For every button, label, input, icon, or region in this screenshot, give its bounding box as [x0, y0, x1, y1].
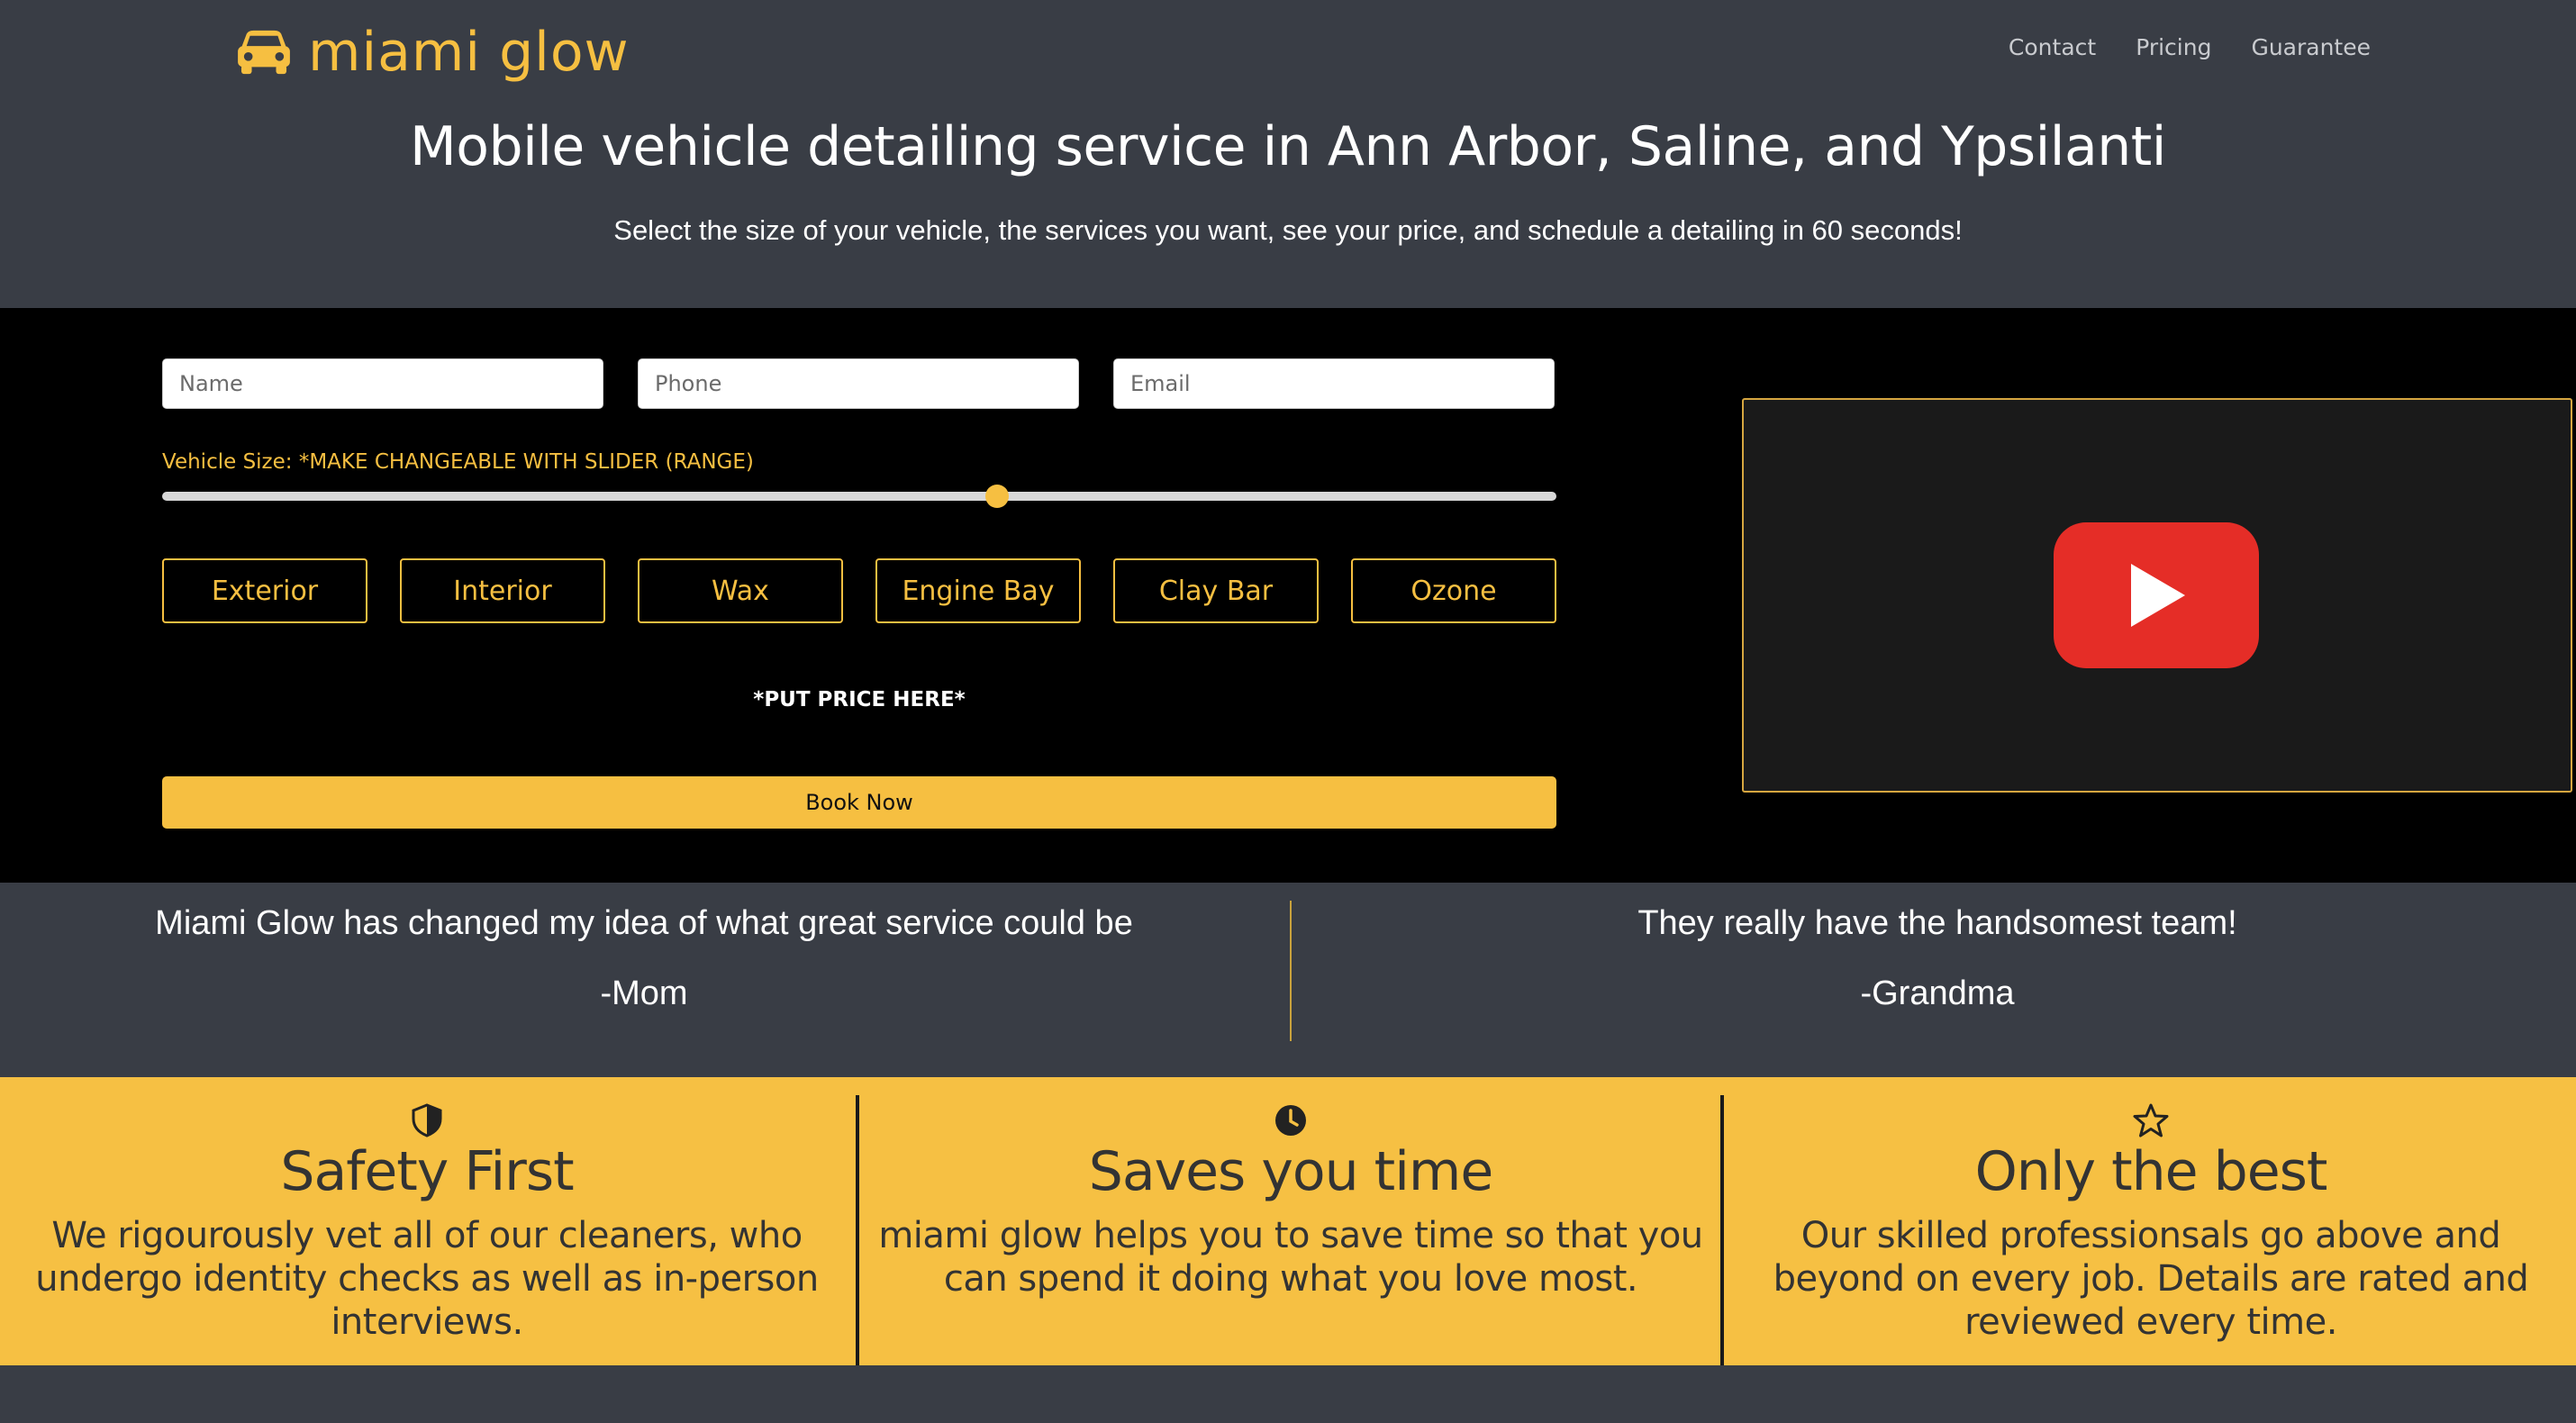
testimonials-section: Miami Glow has changed my idea of what g… [0, 883, 2576, 1077]
video-embed[interactable] [1742, 398, 2572, 793]
feature-text: miami glow helps you to save time so tha… [878, 1215, 1703, 1300]
service-clay-bar-button[interactable]: Clay Bar [1113, 558, 1319, 623]
star-icon [2133, 1103, 2169, 1137]
feature-time: Saves you time miami glow helps you to s… [861, 1077, 1720, 1365]
booking-section: Vehicle Size: *MAKE CHANGEABLE WITH SLID… [0, 308, 2576, 883]
nav-pricing[interactable]: Pricing [2136, 34, 2211, 60]
email-field[interactable] [1113, 358, 1555, 409]
phone-field[interactable] [638, 358, 1079, 409]
vehicle-size-slider-thumb[interactable] [985, 485, 1009, 508]
vehicle-size-label: Vehicle Size: *MAKE CHANGEABLE WITH SLID… [162, 450, 754, 474]
testimonial-quote: Miami Glow has changed my idea of what g… [155, 904, 1133, 942]
page-title: Mobile vehicle detailing service in Ann … [410, 115, 2166, 178]
service-exterior-button[interactable]: Exterior [162, 558, 367, 623]
brand-logo[interactable]: miami glow [236, 20, 630, 85]
feature-safety: Safety First We rigourously vet all of o… [0, 1077, 854, 1365]
feature-title: Safety First [280, 1140, 574, 1203]
page-subtitle: Select the size of your vehicle, the ser… [613, 214, 1963, 246]
feature-divider [1720, 1095, 1724, 1365]
play-icon [2131, 564, 2185, 627]
features-section: Safety First We rigourously vet all of o… [0, 1077, 2576, 1365]
testimonial-author: -Grandma [1860, 974, 2015, 1012]
feature-quality: Only the best Our skilled professionsals… [1726, 1077, 2576, 1365]
feature-text: We rigourously vet all of our cleaners, … [35, 1215, 819, 1343]
book-now-button[interactable]: Book Now [162, 776, 1556, 829]
service-engine-bay-button[interactable]: Engine Bay [875, 558, 1081, 623]
brand-name: miami glow [308, 21, 630, 84]
top-nav: Contact Pricing Guarantee [2009, 34, 2371, 60]
name-field[interactable] [162, 358, 603, 409]
clock-icon [1275, 1105, 1306, 1136]
nav-contact[interactable]: Contact [2009, 34, 2096, 60]
testimonial-quote: They really have the handsomest team! [1637, 904, 2237, 942]
testimonial-divider [1290, 901, 1292, 1041]
vehicle-size-slider[interactable] [162, 492, 1556, 501]
youtube-play-icon[interactable] [2054, 522, 2259, 668]
header: miami glow Contact Pricing Guarantee Mob… [0, 0, 2576, 308]
feature-title: Saves you time [1088, 1140, 1493, 1203]
service-ozone-button[interactable]: Ozone [1351, 558, 1556, 623]
feature-divider [856, 1095, 859, 1365]
price-display: *PUT PRICE HERE* [753, 688, 966, 712]
shield-icon [412, 1103, 442, 1137]
nav-guarantee[interactable]: Guarantee [2251, 34, 2371, 60]
service-wax-button[interactable]: Wax [638, 558, 843, 623]
testimonial-author: -Mom [600, 974, 688, 1012]
feature-title: Only the best [1974, 1140, 2328, 1203]
feature-text: Our skilled professionsals go above and … [1773, 1215, 2529, 1343]
service-interior-button[interactable]: Interior [400, 558, 605, 623]
car-icon [238, 30, 290, 75]
